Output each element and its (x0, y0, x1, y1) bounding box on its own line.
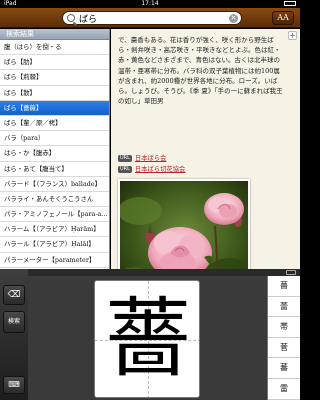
candidate-list: 薔蕾帯菅蕃雷 (267, 276, 300, 400)
result-item[interactable]: はら・あて【腹当て】 (0, 162, 109, 177)
search-key[interactable]: 検索 (3, 311, 25, 333)
clear-search-icon[interactable]: ✕ (229, 14, 238, 23)
result-item[interactable]: バラード【（フランス）ballade】 (0, 177, 109, 192)
url-badge: URL (118, 166, 132, 173)
hide-keyboard-key[interactable]: ⌨ (3, 376, 25, 394)
backspace-key[interactable]: ⌫ (3, 285, 25, 305)
candidate-character[interactable]: 蕾 (268, 297, 300, 318)
battery-icon (284, 1, 296, 6)
search-field[interactable]: ✕ (62, 11, 242, 25)
handwriting-pad[interactable]: 薔 (94, 280, 200, 398)
keyboard-top-bar (28, 269, 300, 276)
candidate-character[interactable]: 雷 (268, 379, 300, 400)
battery-indicator (282, 0, 296, 8)
add-bookmark-button[interactable]: + (288, 31, 297, 40)
top-toolbar: ✕ AA (0, 8, 300, 28)
clock: 17:14 (141, 0, 159, 7)
link-japan-rose-society[interactable]: 日本ばら会 (135, 155, 166, 162)
result-item[interactable]: はら・か【腹赤】 (0, 146, 109, 162)
entry-detail: + で、棗香もある。花は香りが強く、咲く形から野生ばら・剣弁咲き・高芯咲き・平咲… (111, 29, 300, 269)
entry-body: で、棗香もある。花は香りが強く、咲く形から野生ばら・剣弁咲き・高芯咲き・平咲きな… (118, 36, 283, 106)
result-item[interactable]: ばら【輩／原／栲】 (0, 116, 109, 132)
url-badge: URL (118, 155, 132, 162)
result-item[interactable]: 腹（はら）を捌・る (0, 40, 109, 56)
result-item[interactable]: ばら【荊棘】 (0, 70, 109, 86)
status-bar: iPad 17:14 (0, 0, 300, 8)
result-item[interactable]: バラ（para） (0, 131, 109, 147)
search-input[interactable] (79, 13, 224, 24)
result-item[interactable]: バラライ・あんそくうこうさん (0, 192, 109, 208)
search-icon (67, 14, 75, 22)
result-item[interactable]: ばら【肋】 (0, 55, 109, 71)
result-item-selected[interactable]: ばら【薔薇】 (0, 100, 109, 116)
result-item[interactable]: パラーメーター【parameter】 (0, 253, 109, 268)
handwritten-character: 薔 (105, 289, 191, 389)
font-size-button[interactable]: AA (272, 11, 294, 25)
candidate-character[interactable]: 菅 (268, 338, 300, 359)
candidate-character[interactable]: 蕃 (268, 358, 300, 379)
result-item[interactable]: ハラール【（アラビア）Ḥalāl】 (0, 237, 109, 253)
candidate-character[interactable]: 帯 (268, 317, 300, 338)
link-japan-rose-cutflower[interactable]: 日本ばら切花協会 (135, 166, 185, 173)
candidate-character[interactable]: 薔 (268, 276, 300, 297)
result-item[interactable]: ハラーム【（アラビア）Ḥarām】 (0, 222, 109, 238)
handwriting-area: 薔 (28, 276, 267, 400)
keyboard-side-panel: ⌫ 検索 ⌨ (0, 269, 28, 400)
result-item[interactable]: ばら【散】 (0, 86, 109, 101)
keyboard-icon[interactable] (286, 270, 296, 275)
results-sidebar: 検索結果 腹（はら）を捌・る ばら【肋】 ばら【荊棘】 ばら【散】 ばら【薔薇】 ばら【輩… (0, 29, 110, 269)
rose-image (120, 181, 248, 269)
link-row[interactable]: URL 日本ばら会 (118, 154, 166, 163)
link-row[interactable]: URL 日本ばら切花協会 (118, 165, 185, 174)
result-item[interactable]: パラ・アミノフェノール【para-a… (0, 207, 109, 223)
rose-photo[interactable] (118, 179, 250, 269)
results-header: 検索結果 (0, 29, 109, 40)
results-list: 腹（はら）を捌・る ばら【肋】 ばら【荊棘】 ばら【散】 ばら【薔薇】 ばら【輩／原／栲】… (0, 40, 109, 268)
